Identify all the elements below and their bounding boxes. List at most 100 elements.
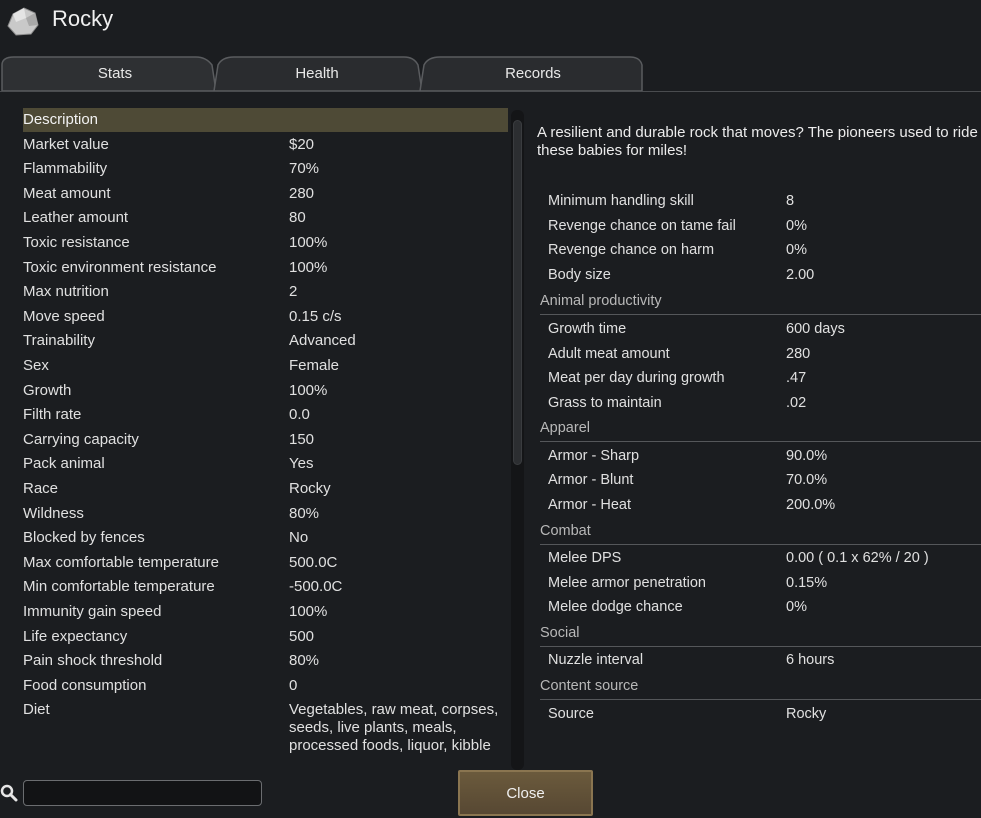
stat-value: Vegetables, raw meat, corpses, seeds, li… [289, 701, 499, 755]
stat-value: Rocky [289, 480, 331, 497]
tab-records-label: Records [505, 64, 561, 82]
detail-label: Growth time [548, 320, 627, 337]
stat-label: Race [23, 480, 59, 497]
detail-value: Rocky [786, 705, 827, 722]
stat-label: Pack animal [23, 455, 105, 473]
stat-value: Yes [289, 455, 314, 473]
stat-value: 0.15 c/s [289, 307, 342, 325]
close-button[interactable]: Close [458, 770, 593, 816]
stat-label: Food consumption [23, 676, 147, 694]
stat-row[interactable]: Race Rocky [23, 477, 508, 501]
stat-label: Max nutrition [23, 283, 109, 301]
tab-health-label: Health [295, 64, 339, 82]
section-heading: Apparel [540, 418, 981, 443]
detail-label: Armor - Sharp [548, 447, 640, 464]
detail-row: Growth time 600 days [540, 318, 981, 342]
stat-value: 70% [289, 160, 320, 178]
detail-row: Melee DPS 0.00 ( 0.1 x 62% / 20 ) [540, 547, 981, 571]
detail-value: 90.0% [786, 447, 828, 464]
stat-label: Min comfortable temperature [23, 578, 215, 596]
stat-label: Meat amount [23, 184, 111, 202]
stat-row[interactable]: Meat amount 280 [23, 182, 508, 206]
stat-row-selected[interactable]: Description [23, 108, 508, 132]
detail-label: Meat per day during growth [548, 370, 725, 387]
stat-row[interactable]: Diet Vegetables, raw meat, corpses, seeds… [23, 698, 508, 770]
detail-row: Melee armor penetration 0.15% [540, 572, 981, 596]
section-heading: Social [540, 623, 981, 647]
rock-portrait-icon [7, 7, 39, 36]
stat-value: 100% [289, 381, 328, 399]
stats-list[interactable]: Description Market value $20 Flammability 70… [23, 108, 508, 770]
stat-row[interactable]: Min comfortable temperature -500.0C [23, 575, 508, 599]
stat-value: 80% [289, 504, 320, 522]
stat-row[interactable]: Immunity gain speed 100% [23, 600, 508, 624]
stat-label: Toxic environment resistance [23, 258, 217, 276]
detail-value: 280 [786, 345, 811, 362]
stat-label: Immunity gain speed [23, 603, 162, 620]
detail-value: 0% [786, 242, 807, 259]
stat-row[interactable]: Flammability 70% [23, 157, 508, 181]
detail-label: Revenge chance on harm [548, 242, 715, 259]
search-input[interactable] [23, 780, 262, 806]
section-heading-label: Combat [540, 522, 591, 539]
detail-value: 0.15% [786, 574, 828, 591]
stats-scrollbar[interactable] [511, 110, 524, 770]
detail-value: 0% [786, 217, 807, 234]
detail-label: Revenge chance on tame fail [548, 217, 736, 234]
detail-label: Body size [548, 266, 611, 283]
detail-row: Armor - Blunt 70.0% [540, 469, 981, 493]
stat-label: Move speed [23, 307, 105, 325]
stat-row[interactable]: Pack animal Yes [23, 452, 508, 476]
detail-row: Grass to maintain .02 [540, 392, 981, 416]
stat-value: 100% [289, 234, 328, 251]
detail-row: Revenge chance on tame fail 0% [540, 215, 981, 239]
tab-health[interactable]: Health [212, 55, 442, 91]
stat-row[interactable]: Blocked by fences No [23, 526, 508, 550]
tab-stats-label: Stats [97, 64, 133, 82]
stat-row[interactable]: Toxic environment resistance 100% [23, 256, 508, 280]
stat-label: Description [23, 111, 99, 128]
section-heading: Animal productivity [540, 291, 981, 316]
detail-value: .02 [786, 394, 807, 411]
stat-row[interactable]: Pain shock threshold 80% [23, 649, 508, 673]
stat-row[interactable]: Growth 100% [23, 379, 508, 403]
stat-row[interactable]: Life expectancy 500 [23, 625, 508, 649]
tab-stats[interactable]: Stats [0, 55, 230, 91]
stat-row[interactable]: Toxic resistance 100% [23, 231, 508, 255]
stat-label: Carrying capacity [23, 430, 139, 448]
stat-row[interactable]: Trainability Advanced [23, 329, 508, 353]
stat-row[interactable]: Food consumption 0 [23, 674, 508, 698]
stats-scroll-thumb[interactable] [513, 120, 522, 465]
stat-value: 500 [289, 627, 315, 645]
stat-row[interactable]: Leather amount 80 [23, 206, 508, 230]
stat-row[interactable]: Carrying capacity 150 [23, 428, 508, 452]
stat-value: 150 [289, 430, 315, 448]
detail-row: Body size 2.00 [540, 264, 981, 288]
detail-row: Melee dodge chance 0% [540, 596, 981, 620]
stat-row[interactable]: Max nutrition 2 [23, 280, 508, 304]
detail-value: 0.00 ( 0.1 x 62% / 20 ) [786, 550, 929, 567]
detail-value: 8 [786, 193, 795, 209]
detail-label: Armor - Heat [548, 497, 631, 513]
stat-row[interactable]: Sex Female [23, 354, 508, 378]
section-heading-label: Apparel [540, 420, 590, 437]
detail-label: Melee dodge chance [548, 599, 683, 616]
tab-records[interactable]: Records [418, 55, 648, 91]
detail-row: Minimum handling skill 8 [540, 190, 981, 214]
detail-row: Meat per day during growth .47 [540, 367, 981, 391]
stat-value: 0.0 [289, 406, 310, 424]
tab-bar: Stats Health Records [0, 55, 650, 93]
stat-row[interactable]: Market value $20 [23, 133, 508, 157]
stat-value: 2 [289, 283, 298, 301]
detail-row: Revenge chance on harm 0% [540, 239, 981, 263]
window-header: Rocky [0, 0, 981, 52]
stat-value: $20 [289, 135, 315, 153]
detail-value: 6 hours [786, 652, 835, 669]
stat-row[interactable]: Max comfortable temperature 500.0C [23, 551, 508, 575]
detail-label: Minimum handling skill [548, 193, 694, 209]
stat-row[interactable]: Wildness 80% [23, 502, 508, 526]
stat-row[interactable]: Move speed 0.15 c/s [23, 305, 508, 329]
stat-value: Female [289, 357, 340, 374]
stat-row[interactable]: Filth rate 0.0 [23, 403, 508, 427]
stat-value: 500.0C [289, 553, 338, 571]
